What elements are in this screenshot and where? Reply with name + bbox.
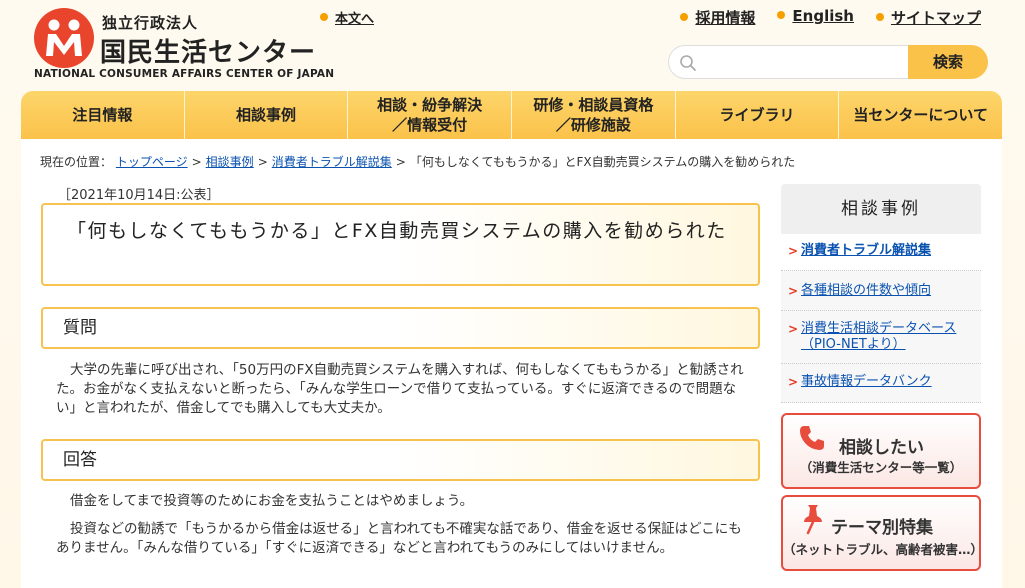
publish-date: ［2021年10月14日:公表］: [58, 188, 220, 203]
breadcrumb-prefix: 現在の位置：: [40, 155, 113, 169]
article-title-box: 「何もしなくてももうかる」とFX自動売買システムの購入を勧められた: [41, 203, 760, 286]
pushpin-icon: [799, 503, 827, 539]
sidebar-item-label[interactable]: 消費者トラブル解説集: [801, 243, 931, 258]
nav-label: 当センターについて: [853, 106, 988, 124]
banner-title: 相談したい: [839, 438, 924, 458]
utility-links: 採用情報 English サイトマップ: [680, 7, 981, 28]
banner-title: テーマ別特集: [831, 518, 933, 538]
nav-item-library[interactable]: ライブラリ: [676, 91, 840, 139]
breadcrumb-link-cases[interactable]: 相談事例: [206, 155, 254, 169]
logo-mark-icon: [34, 8, 94, 68]
sidebar-item-statistics[interactable]: > 各種相談の件数や傾向: [781, 271, 981, 311]
nav-item-consultation-cases[interactable]: 相談事例: [185, 91, 349, 139]
sidebar-item-label[interactable]: 消費生活相談データベース（PIO-NETより）: [801, 321, 956, 352]
banner-theme-features[interactable]: テーマ別特集 （ネットトラブル、高齢者被害…）: [781, 495, 984, 571]
breadcrumb-current: 「何もしなくてももうかる」とFX自動売買システムの購入を勧められた: [409, 155, 796, 169]
search-icon: [679, 54, 697, 76]
banner-subtitle: （消費生活センター等一覧）: [799, 460, 963, 475]
sidebar-item-label[interactable]: 各種相談の件数や傾向: [801, 283, 931, 298]
util-link-english-text[interactable]: English: [792, 7, 854, 25]
nav-label-sub: ／研修施設: [555, 116, 631, 134]
arrow-right-icon: >: [788, 244, 799, 258]
question-heading: 質問: [41, 307, 760, 349]
arrow-right-icon: >: [788, 375, 799, 389]
nav-item-featured[interactable]: 注目情報: [21, 91, 185, 139]
sidebar-menu: 相談事例 > 消費者トラブル解説集 > 各種相談の件数や傾向 > 消費生活相談デ…: [781, 184, 981, 403]
nav-label: 相談・紛争解決: [377, 96, 483, 114]
question-text: 大学の先輩に呼び出され、「50万円のFX自動売買システムを購入すれば、何もしなく…: [56, 362, 744, 416]
bullet-icon: [680, 13, 689, 21]
sidebar-item-pio-net[interactable]: > 消費生活相談データベース（PIO-NETより）: [781, 311, 981, 364]
logo-org-name-en: NATIONAL CONSUMER AFFAIRS CENTER OF JAPA…: [34, 68, 335, 80]
sidebar-item-accident-databank[interactable]: > 事故情報データバンク: [781, 364, 981, 403]
nav-label: ライブラリ: [719, 106, 795, 124]
breadcrumb-separator: >: [395, 155, 406, 169]
search-button[interactable]: 検索: [908, 45, 988, 79]
sidebar-heading: 相談事例: [781, 184, 981, 234]
nav-item-about[interactable]: 当センターについて: [839, 91, 1002, 139]
nav-label: 注目情報: [72, 106, 133, 124]
sidebar-item-label[interactable]: 事故情報データバンク: [801, 374, 932, 389]
util-link-english: English: [777, 7, 854, 28]
bullet-icon: [320, 13, 328, 21]
answer-text-1: 借金をしてまで投資等のためにお金を支払うことはやめましょう。: [70, 493, 474, 509]
nav-item-dispute-resolution[interactable]: 相談・紛争解決 ／情報受付: [348, 91, 513, 139]
sidebar-item-trouble-guide[interactable]: > 消費者トラブル解説集: [781, 234, 981, 271]
skip-to-content-link[interactable]: 本文へ: [335, 12, 374, 27]
nav-item-training[interactable]: 研修・相談員資格 ／研修施設: [512, 91, 676, 139]
breadcrumb-link-guide[interactable]: 消費者トラブル解説集: [272, 155, 392, 169]
nav-label: 相談事例: [236, 106, 297, 124]
bullet-icon: [875, 13, 884, 21]
answer-heading: 回答: [41, 439, 760, 481]
breadcrumb-link-top[interactable]: トップページ: [116, 155, 188, 169]
article-title: 「何もしなくてももうかる」とFX自動売買システムの購入を勧められた: [67, 220, 727, 242]
breadcrumb-separator: >: [191, 155, 202, 169]
global-nav: 注目情報 相談事例 相談・紛争解決 ／情報受付 研修・相談員資格 ／研修施設 ライブ…: [21, 91, 1002, 139]
answer-text-2: 投資などの勧誘で「もうかるから借金は返せる」と言われても不確実な話であり、借金を…: [56, 521, 742, 556]
phone-icon: [797, 423, 827, 457]
bullet-icon: [777, 11, 786, 19]
search-input[interactable]: [703, 50, 903, 74]
util-link-sitemap: サイトマップ: [875, 7, 981, 28]
nav-label: 研修・相談員資格: [533, 96, 654, 114]
arrow-right-icon: >: [788, 284, 799, 298]
nav-label-sub: ／情報受付: [392, 116, 468, 134]
arrow-right-icon: >: [788, 322, 799, 336]
util-link-recruit-text[interactable]: 採用情報: [695, 9, 755, 27]
logo-org-name: 国民生活センター: [100, 38, 317, 68]
breadcrumb-separator: >: [257, 155, 268, 169]
skip-to-content: 本文へ: [320, 8, 374, 27]
breadcrumb: 現在の位置： トップページ > 相談事例 > 消費者トラブル解説集 > 「何もしなくてももう…: [40, 153, 795, 170]
util-link-recruit: 採用情報: [680, 7, 755, 28]
banner-consult[interactable]: 相談したい （消費生活センター等一覧）: [781, 413, 981, 489]
search-box: [668, 45, 918, 79]
banner-subtitle: （ネットトラブル、高齢者被害…）: [783, 542, 984, 557]
util-link-sitemap-text[interactable]: サイトマップ: [891, 9, 981, 27]
site-search: 検索: [668, 45, 988, 79]
site-logo[interactable]: 独立行政法人 国民生活センター NATIONAL CONSUMER AFFAIR…: [34, 8, 334, 84]
logo-org-type: 独立行政法人: [102, 14, 199, 32]
